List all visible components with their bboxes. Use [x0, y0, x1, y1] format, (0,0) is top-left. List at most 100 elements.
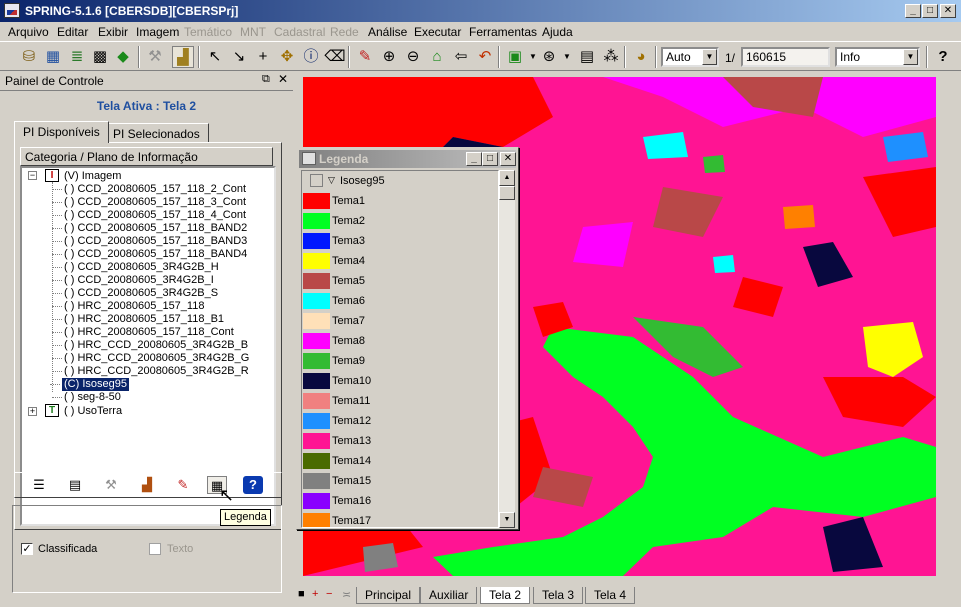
scroll-down-icon[interactable]: ▼ [499, 512, 515, 528]
tree-item-layer[interactable]: ( ) HRC_CCD_20080605_3R4G2B_B [51, 339, 248, 352]
menu-editar[interactable]: Editar [57, 25, 88, 39]
legend-item[interactable]: Tema10 [302, 371, 498, 391]
properties-icon[interactable]: ▤ [65, 476, 85, 494]
menu-ferramentas[interactable]: Ferramentas [469, 25, 537, 39]
tree-item-layer[interactable]: ( ) CCD_20080605_3R4G2B_H [52, 261, 219, 274]
legend-item[interactable]: Tema11 [302, 391, 498, 411]
legend-item[interactable]: Tema15 [302, 471, 498, 491]
legend-list[interactable]: ▽ Isoseg95 Tema1 Tema2 Tema3 Tema4 Tema5 Tema… [301, 170, 499, 528]
menu-rede[interactable]: Rede [330, 25, 359, 39]
erase-icon[interactable]: ⌫ [324, 46, 346, 68]
tree-item-layer[interactable]: ( ) seg-8-50 [52, 391, 121, 404]
legend-scrollbar[interactable]: ▲ ▼ [499, 170, 515, 528]
add-point-icon[interactable]: ⁂ [600, 46, 622, 68]
info-icon[interactable]: ⓘ [300, 46, 322, 68]
legend-item[interactable]: Tema6 [302, 291, 498, 311]
tree-item-layer[interactable]: ( ) HRC_CCD_20080605_3R4G2B_R [52, 365, 249, 378]
legend-item[interactable]: Tema3 [302, 231, 498, 251]
close-icon[interactable]: ✕ [278, 72, 288, 86]
zoom-area-icon[interactable]: ⌂ [426, 46, 448, 68]
chevron-down-icon[interactable]: ▼ [556, 46, 578, 68]
legend-maximize-button[interactable]: □ [482, 152, 498, 166]
menu-tematico[interactable]: Temático [184, 25, 232, 39]
menu-arquivo[interactable]: Arquivo [8, 25, 49, 39]
info-mode-select[interactable]: Info ▼ [835, 47, 920, 67]
list-icon[interactable]: ☰ [29, 476, 49, 494]
tab-tela-2[interactable]: Tela 2 [480, 587, 531, 604]
legend-layer-checkbox[interactable] [310, 174, 323, 187]
menu-mnt[interactable]: MNT [240, 25, 266, 39]
tree-item-layer[interactable]: ( ) HRC_CCD_20080605_3R4G2B_G [51, 352, 249, 365]
help-icon[interactable]: ? [932, 46, 954, 68]
scale-mode-select[interactable]: Auto ▼ [661, 47, 719, 67]
category-imagem[interactable]: (V) Imagem [64, 170, 121, 183]
scroll-thumb[interactable] [499, 186, 515, 200]
tab-pi-disponiveis[interactable]: PI Disponíveis [14, 121, 109, 143]
tree-item-layer[interactable]: ( ) CCD_20080605_157_118_2_Cont [51, 183, 246, 196]
legend-item[interactable]: Tema8 [302, 331, 498, 351]
category-usoterra[interactable]: ( ) UsoTerra [64, 405, 122, 418]
draw-image-icon[interactable]: ▟ [172, 46, 194, 68]
draw-polygon-icon[interactable]: ◆ [112, 46, 134, 68]
scroll-up-icon[interactable]: ▲ [499, 170, 515, 186]
legend-item[interactable]: Tema13 [302, 431, 498, 451]
database-icon[interactable]: ⛁ [18, 46, 40, 68]
tools-icon[interactable]: ⚒ [101, 476, 121, 494]
zoom-out-icon[interactable]: ⊖ [402, 46, 424, 68]
tree-item-layer[interactable]: ( ) CCD_20080605_157_118_3_Cont [51, 196, 246, 209]
remove-view-icon[interactable]: − [326, 588, 332, 600]
legend-item[interactable]: Tema2 [302, 211, 498, 231]
tab-pi-selecionados[interactable]: PI Selecionados [104, 123, 209, 143]
collapse-icon[interactable]: − [28, 171, 37, 180]
tree-item-layer[interactable]: ( ) CCD_20080605_157_118_4_Cont [51, 209, 246, 222]
legend-window[interactable]: Legenda _ □ ✕ ▽ Isoseg95 Tema1 Tema2 Tema3… [296, 147, 519, 530]
menu-exibir[interactable]: Exibir [98, 25, 128, 39]
legend-item[interactable]: Tema5 [302, 271, 498, 291]
tab-tela-3[interactable]: Tela 3 [533, 587, 584, 604]
restore-icon[interactable]: ⧉ [262, 73, 270, 86]
menu-executar[interactable]: Executar [414, 25, 461, 39]
view-stop-icon[interactable]: ■ [298, 588, 305, 600]
classified-checkbox[interactable]: ✓ [21, 543, 33, 555]
legend-item[interactable]: Tema4 [302, 251, 498, 271]
pointer-icon[interactable]: ↖ [204, 46, 226, 68]
grid-icon[interactable]: ▩ [89, 46, 111, 68]
tree-item-layer-selected[interactable]: (C) Isoseg95 [50, 378, 129, 391]
project-icon[interactable]: ▦ [42, 46, 64, 68]
tab-tela-4[interactable]: Tela 4 [585, 587, 636, 604]
expand-icon[interactable]: + [28, 407, 37, 416]
chevron-down-icon[interactable]: ▼ [702, 49, 717, 65]
tab-principal[interactable]: Principal [356, 587, 421, 604]
previous-view-icon[interactable]: ⇦ [450, 46, 472, 68]
legend-close-button[interactable]: ✕ [500, 152, 516, 166]
collapse-arrow-icon[interactable]: ▽ [328, 175, 335, 186]
tree-item-layer[interactable]: ( ) CCD_20080605_157_118_BAND4 [51, 248, 247, 261]
palette-icon[interactable]: ◕ [630, 46, 652, 68]
tree-item-layer[interactable]: ( ) CCD_20080605_157_118_BAND2 [51, 222, 247, 235]
help-icon[interactable]: ? [243, 476, 263, 494]
legend-item[interactable]: Tema12 [302, 411, 498, 431]
tree-item-layer[interactable]: ( ) HRC_20080605_157_118_B1 [51, 313, 224, 326]
legend-minimize-button[interactable]: _ [466, 152, 482, 166]
tab-auxiliar[interactable]: Auxiliar [420, 587, 478, 604]
ruler-icon[interactable]: ▤ [576, 46, 598, 68]
edit-pencil-icon[interactable]: ✎ [354, 46, 376, 68]
legend-item[interactable]: Tema1 [302, 191, 498, 211]
close-button[interactable]: ✕ [940, 4, 956, 18]
disabled-tool-icon[interactable]: ⚒ [144, 46, 166, 68]
maximize-button[interactable]: □ [922, 4, 938, 18]
chart-icon[interactable]: ▟ [137, 476, 157, 494]
legend-item[interactable]: Tema14 [302, 451, 498, 471]
legend-item[interactable]: Tema16 [302, 491, 498, 511]
legend-item[interactable]: Tema7 [302, 311, 498, 331]
chevron-down-icon[interactable]: ▼ [903, 49, 918, 65]
tree-item-layer[interactable]: ( ) HRC_20080605_157_118 [51, 300, 204, 313]
add-view-icon[interactable]: + [312, 588, 318, 600]
edit-pencil-icon[interactable]: ✎ [173, 476, 193, 494]
minimize-button[interactable]: _ [905, 4, 921, 18]
view-options-icon[interactable]: ≍ [342, 588, 351, 601]
menu-cadastral[interactable]: Cadastral [274, 25, 325, 39]
menu-ajuda[interactable]: Ajuda [542, 25, 573, 39]
legend-item[interactable]: Tema9 [302, 351, 498, 371]
cursor-select-icon[interactable]: ↘ [228, 46, 250, 68]
